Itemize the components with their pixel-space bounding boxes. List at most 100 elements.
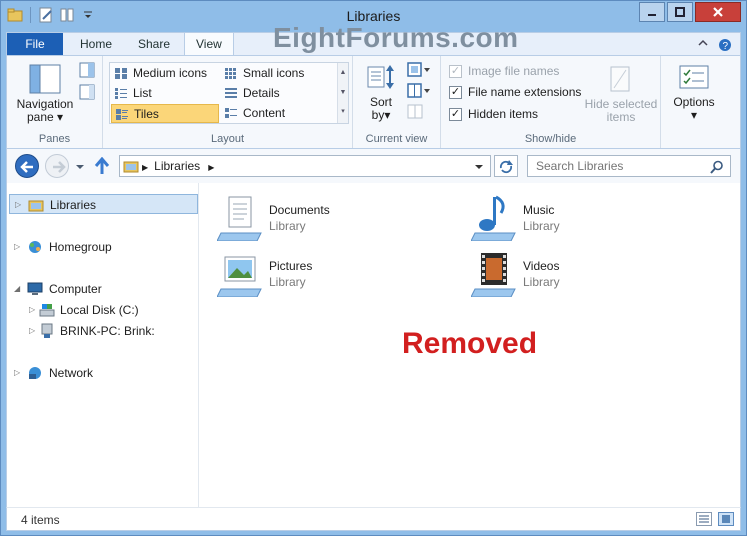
close-icon: [713, 7, 723, 17]
sort-by-icon: [367, 65, 394, 89]
layout-details[interactable]: Details: [221, 84, 331, 103]
explorer-window: Libraries File Home Share View EightForu…: [0, 0, 747, 536]
breadcrumb[interactable]: ▶ Libraries ▶: [142, 159, 214, 173]
layout-small-icons-label: Small icons: [243, 66, 305, 80]
breadcrumb-chevron-icon[interactable]: ▶: [142, 163, 148, 172]
file-name-extensions-check-icon: ✓: [449, 85, 462, 99]
videos-library-icon: [471, 253, 516, 297]
group-by-icon: [407, 62, 430, 77]
layout-small-icons[interactable]: Small icons: [221, 64, 331, 83]
expand-arrow-icon[interactable]: ▷: [15, 195, 21, 215]
nav-item-libraries[interactable]: ▷ Libraries: [9, 194, 198, 214]
layout-tiles[interactable]: Tiles: [111, 104, 219, 123]
group-current-view: Sort by▾ Current view: [353, 56, 441, 148]
expand-arrow-icon[interactable]: ▷: [29, 321, 35, 341]
tab-home[interactable]: Home: [69, 33, 123, 56]
ribbon: Navigation pane ▾ Panes Medium icons Sma…: [6, 55, 741, 149]
navigation-pane-button[interactable]: Navigation pane ▾: [15, 64, 75, 124]
hide-selected-items-label: Hide selected: [584, 97, 658, 111]
gallery-expand-icon[interactable]: ▾: [338, 103, 348, 121]
maximize-button[interactable]: [667, 2, 693, 22]
expand-arrow-icon[interactable]: ▷: [14, 363, 20, 383]
details-pane-button[interactable]: [79, 84, 95, 103]
tile-music[interactable]: Music Library: [471, 195, 711, 241]
file-name-extensions-checkbox[interactable]: ✓ File name extensions: [449, 85, 581, 99]
image-file-names-check-icon: ✓: [449, 64, 462, 78]
layout-list-label: List: [133, 86, 152, 100]
tile-music-name: Music: [523, 203, 555, 217]
tab-view[interactable]: View: [184, 32, 234, 57]
help-icon[interactable]: ?: [718, 38, 732, 55]
preview-pane-button[interactable]: [79, 62, 95, 81]
options-button[interactable]: Options ▾: [667, 64, 721, 122]
tile-music-type: Library: [523, 219, 560, 233]
tile-documents[interactable]: Documents Library: [217, 195, 457, 241]
tile-videos[interactable]: Videos Library: [471, 251, 711, 297]
tab-file[interactable]: File: [7, 33, 63, 56]
minimize-button[interactable]: [639, 2, 665, 22]
tile-pictures[interactable]: Pictures Library: [217, 251, 457, 297]
add-columns-button[interactable]: [407, 83, 431, 102]
documents-library-icon: [217, 196, 262, 241]
ribbon-tab-controls: ?: [698, 38, 732, 55]
libraries-icon: [28, 200, 44, 212]
tile-documents-type: Library: [269, 219, 306, 233]
content-pane: Documents Library Music Library Pictures…: [199, 183, 741, 507]
nav-item-homegroup[interactable]: ▷ Homegroup: [7, 237, 196, 257]
hide-selected-items-icon: [610, 66, 630, 92]
nav-item-network[interactable]: ▷ Network: [7, 363, 196, 383]
layout-group-label: Layout: [210, 133, 245, 145]
tile-documents-name: Documents: [269, 203, 330, 217]
sort-by-button[interactable]: Sort by▾: [361, 64, 401, 122]
status-bar: 4 items: [6, 507, 741, 531]
search-icon[interactable]: [710, 160, 724, 174]
navigation-pane-label: Navigation: [16, 97, 74, 111]
options-label: Options: [673, 95, 715, 109]
nav-local-disk-label: Local Disk (C:): [60, 303, 139, 317]
address-dropdown-icon[interactable]: [474, 162, 484, 172]
hidden-items-checkbox[interactable]: ✓ Hidden items: [449, 107, 538, 121]
layout-list[interactable]: List: [111, 84, 219, 103]
minimize-ribbon-icon[interactable]: [698, 38, 708, 55]
large-icons-view-icon[interactable]: [718, 512, 734, 526]
view-switcher: [696, 512, 734, 526]
nav-item-computer[interactable]: ◢ Computer: [7, 279, 196, 299]
layout-medium-icons[interactable]: Medium icons: [111, 64, 219, 83]
watermark: EightForums.com: [273, 22, 519, 53]
layout-gallery: Medium icons Small icons List Details Ti…: [109, 62, 349, 124]
layout-gallery-scroll[interactable]: ▲ ▼ ▾: [337, 63, 348, 123]
computer-icon: [27, 282, 43, 295]
nav-network-label: Network: [49, 366, 94, 380]
nav-homegroup-label: Homegroup: [49, 240, 112, 254]
details-icon: [225, 88, 237, 98]
size-columns-button: [407, 104, 425, 123]
preview-pane-icon: [79, 62, 95, 78]
recent-locations-button[interactable]: [75, 161, 85, 175]
collapse-arrow-icon[interactable]: ◢: [14, 279, 20, 299]
group-by-button[interactable]: [407, 62, 431, 81]
nav-item-local-disk[interactable]: ▷ Local Disk (C:): [7, 300, 196, 320]
refresh-button[interactable]: [494, 155, 518, 177]
small-icons-icon: [225, 68, 236, 79]
breadcrumb-libraries[interactable]: Libraries: [154, 159, 200, 173]
expand-arrow-icon[interactable]: ▷: [14, 237, 20, 257]
breadcrumb-chevron-icon[interactable]: ▶: [208, 163, 214, 172]
up-button[interactable]: [93, 156, 111, 178]
add-columns-icon: [407, 83, 430, 98]
scroll-up-icon[interactable]: ▲: [338, 63, 348, 83]
search-input[interactable]: [528, 156, 698, 176]
maximize-icon: [675, 7, 685, 17]
scroll-down-icon[interactable]: ▼: [338, 83, 348, 103]
tab-share[interactable]: Share: [127, 33, 181, 56]
nav-item-brink-pc[interactable]: ▷ BRINK-PC: Brink:: [7, 321, 196, 341]
expand-arrow-icon[interactable]: ▷: [29, 300, 35, 320]
close-button[interactable]: [695, 2, 741, 22]
search-box[interactable]: [527, 155, 731, 177]
layout-content[interactable]: Content: [221, 104, 331, 123]
nav-libraries-label: Libraries: [50, 198, 97, 212]
details-view-icon[interactable]: [696, 512, 712, 526]
back-button[interactable]: [15, 154, 39, 178]
address-bar[interactable]: ▶ Libraries ▶: [119, 155, 491, 177]
svg-text:?: ?: [723, 41, 729, 52]
sort-by-label-2: by: [371, 108, 385, 122]
